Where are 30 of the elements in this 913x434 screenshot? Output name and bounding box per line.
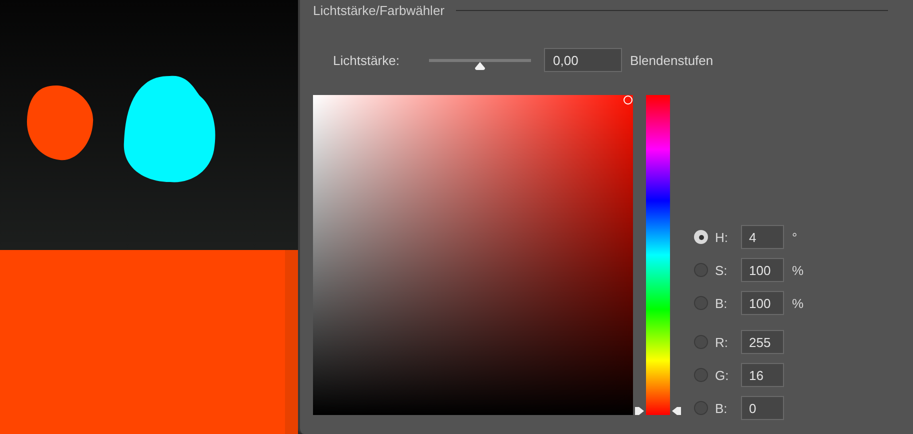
field-label: S:	[715, 262, 728, 278]
radio-button[interactable]	[694, 296, 708, 310]
radio-button[interactable]	[694, 401, 708, 415]
color-field[interactable]	[313, 95, 633, 415]
unit-label: %	[792, 262, 804, 278]
field-label: G:	[715, 368, 730, 382]
radio-button[interactable]	[694, 335, 708, 349]
intensity-label: Lichtstärke:	[333, 52, 400, 68]
unit-label: °	[792, 230, 798, 244]
input-field[interactable]: 255	[741, 330, 784, 354]
field-label: B:	[715, 400, 728, 416]
input-field[interactable]: 100	[741, 291, 784, 315]
field-label: R:	[715, 334, 729, 350]
section-title: Lichtstärke/Farbwähler	[313, 2, 444, 18]
hue-thumb[interactable]	[634, 406, 682, 416]
field-label: H:	[715, 230, 729, 244]
input-field[interactable]: 16	[741, 363, 784, 387]
input-field[interactable]: 4	[741, 225, 784, 249]
radio-button[interactable]	[694, 230, 708, 244]
input-field[interactable]: 100	[741, 258, 784, 282]
field-label: B:	[715, 296, 728, 310]
intensity-field[interactable]: 0,00	[544, 48, 622, 72]
radio-button[interactable]	[694, 368, 708, 382]
slider-thumb[interactable]	[474, 60, 486, 70]
unit-label: %	[792, 296, 804, 310]
input-field[interactable]: 0	[741, 396, 784, 420]
radio-button[interactable]	[694, 263, 708, 277]
hue-slider[interactable]	[634, 95, 682, 415]
unit-label: Blendenstufen	[630, 52, 714, 68]
color-marker[interactable]	[623, 95, 633, 105]
